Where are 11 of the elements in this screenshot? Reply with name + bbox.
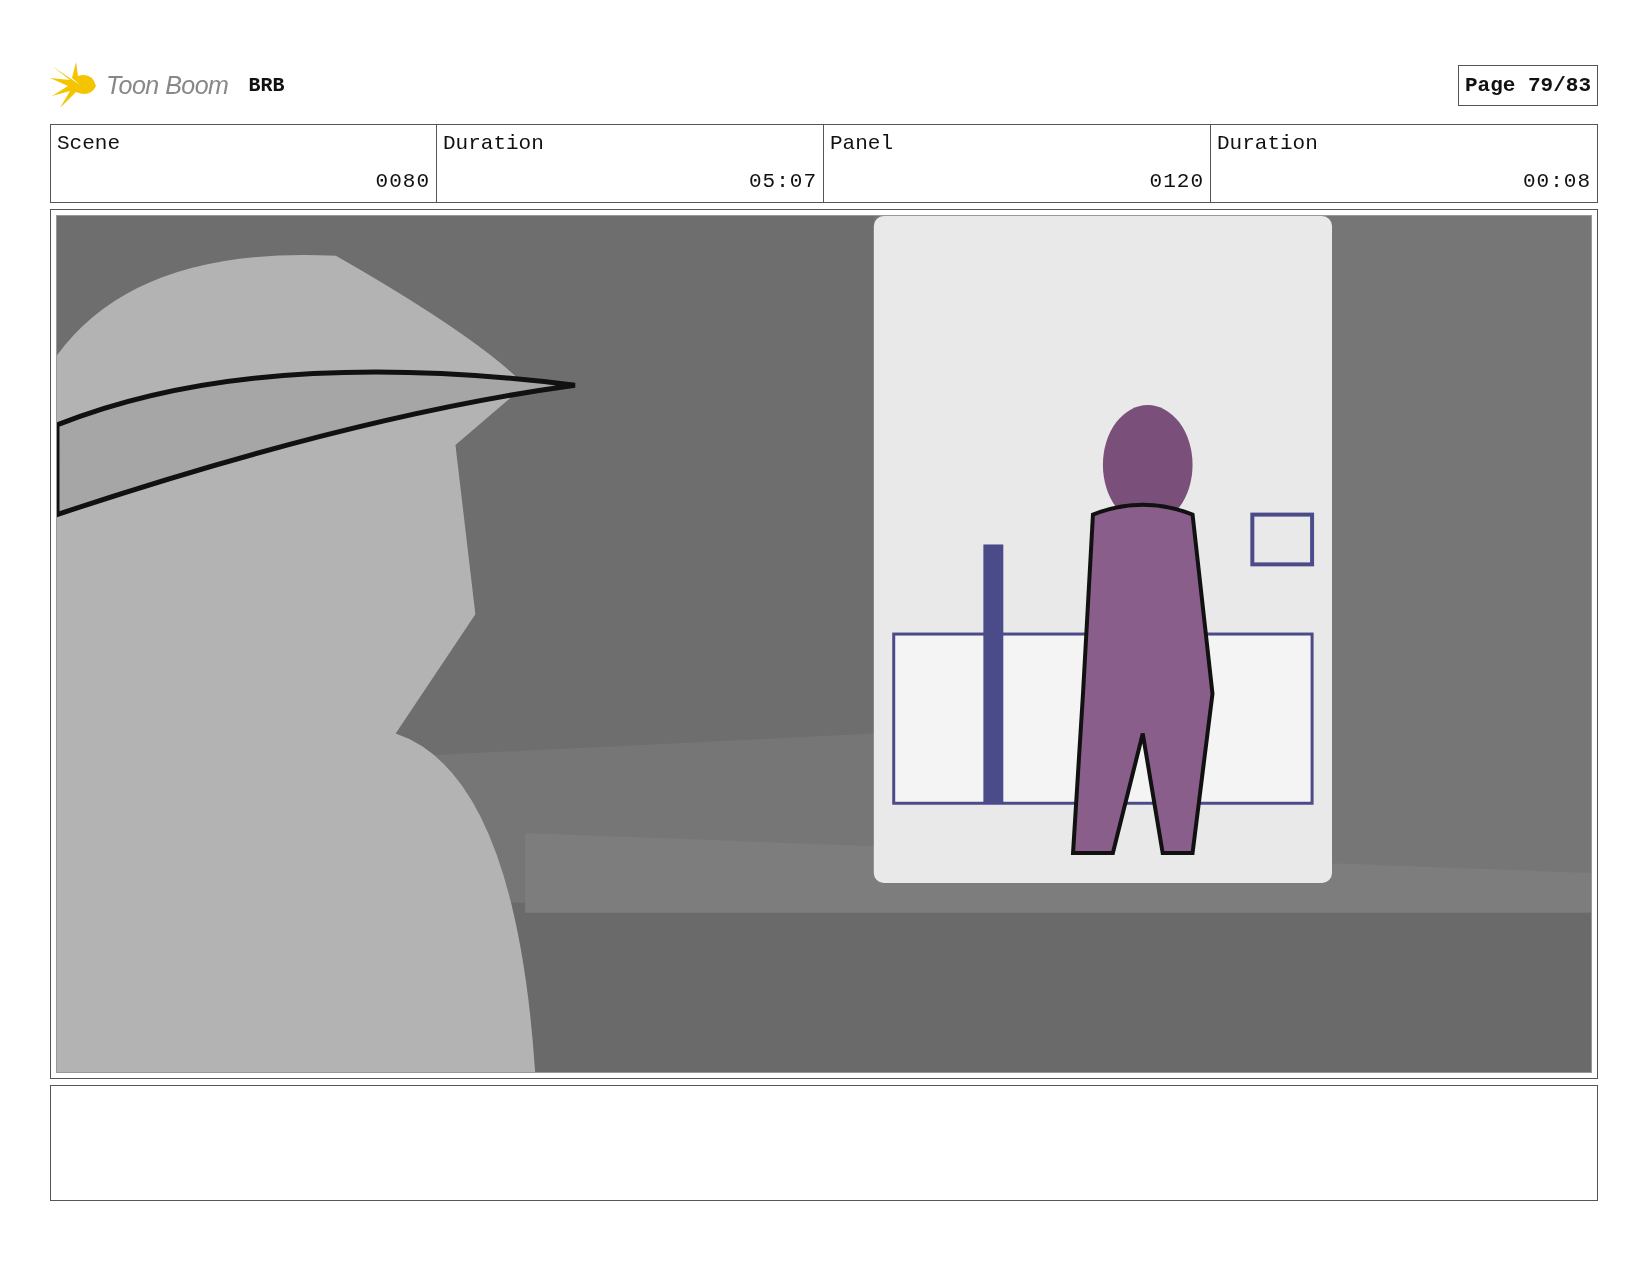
cell-value: 0080	[374, 170, 430, 193]
cell-value: 0120	[1148, 170, 1204, 193]
column-heading: Duration	[1217, 132, 1318, 155]
column-heading: Scene	[57, 132, 120, 155]
project-name: BRB	[248, 73, 285, 97]
column-heading: Duration	[443, 132, 544, 155]
cell-value: 05:07	[748, 170, 817, 193]
page-number: Page 79/83	[1457, 64, 1598, 106]
cell-value: 00:08	[1522, 170, 1591, 193]
column-heading: Panel	[830, 132, 893, 155]
logo-text: Toon Boom	[106, 70, 229, 100]
